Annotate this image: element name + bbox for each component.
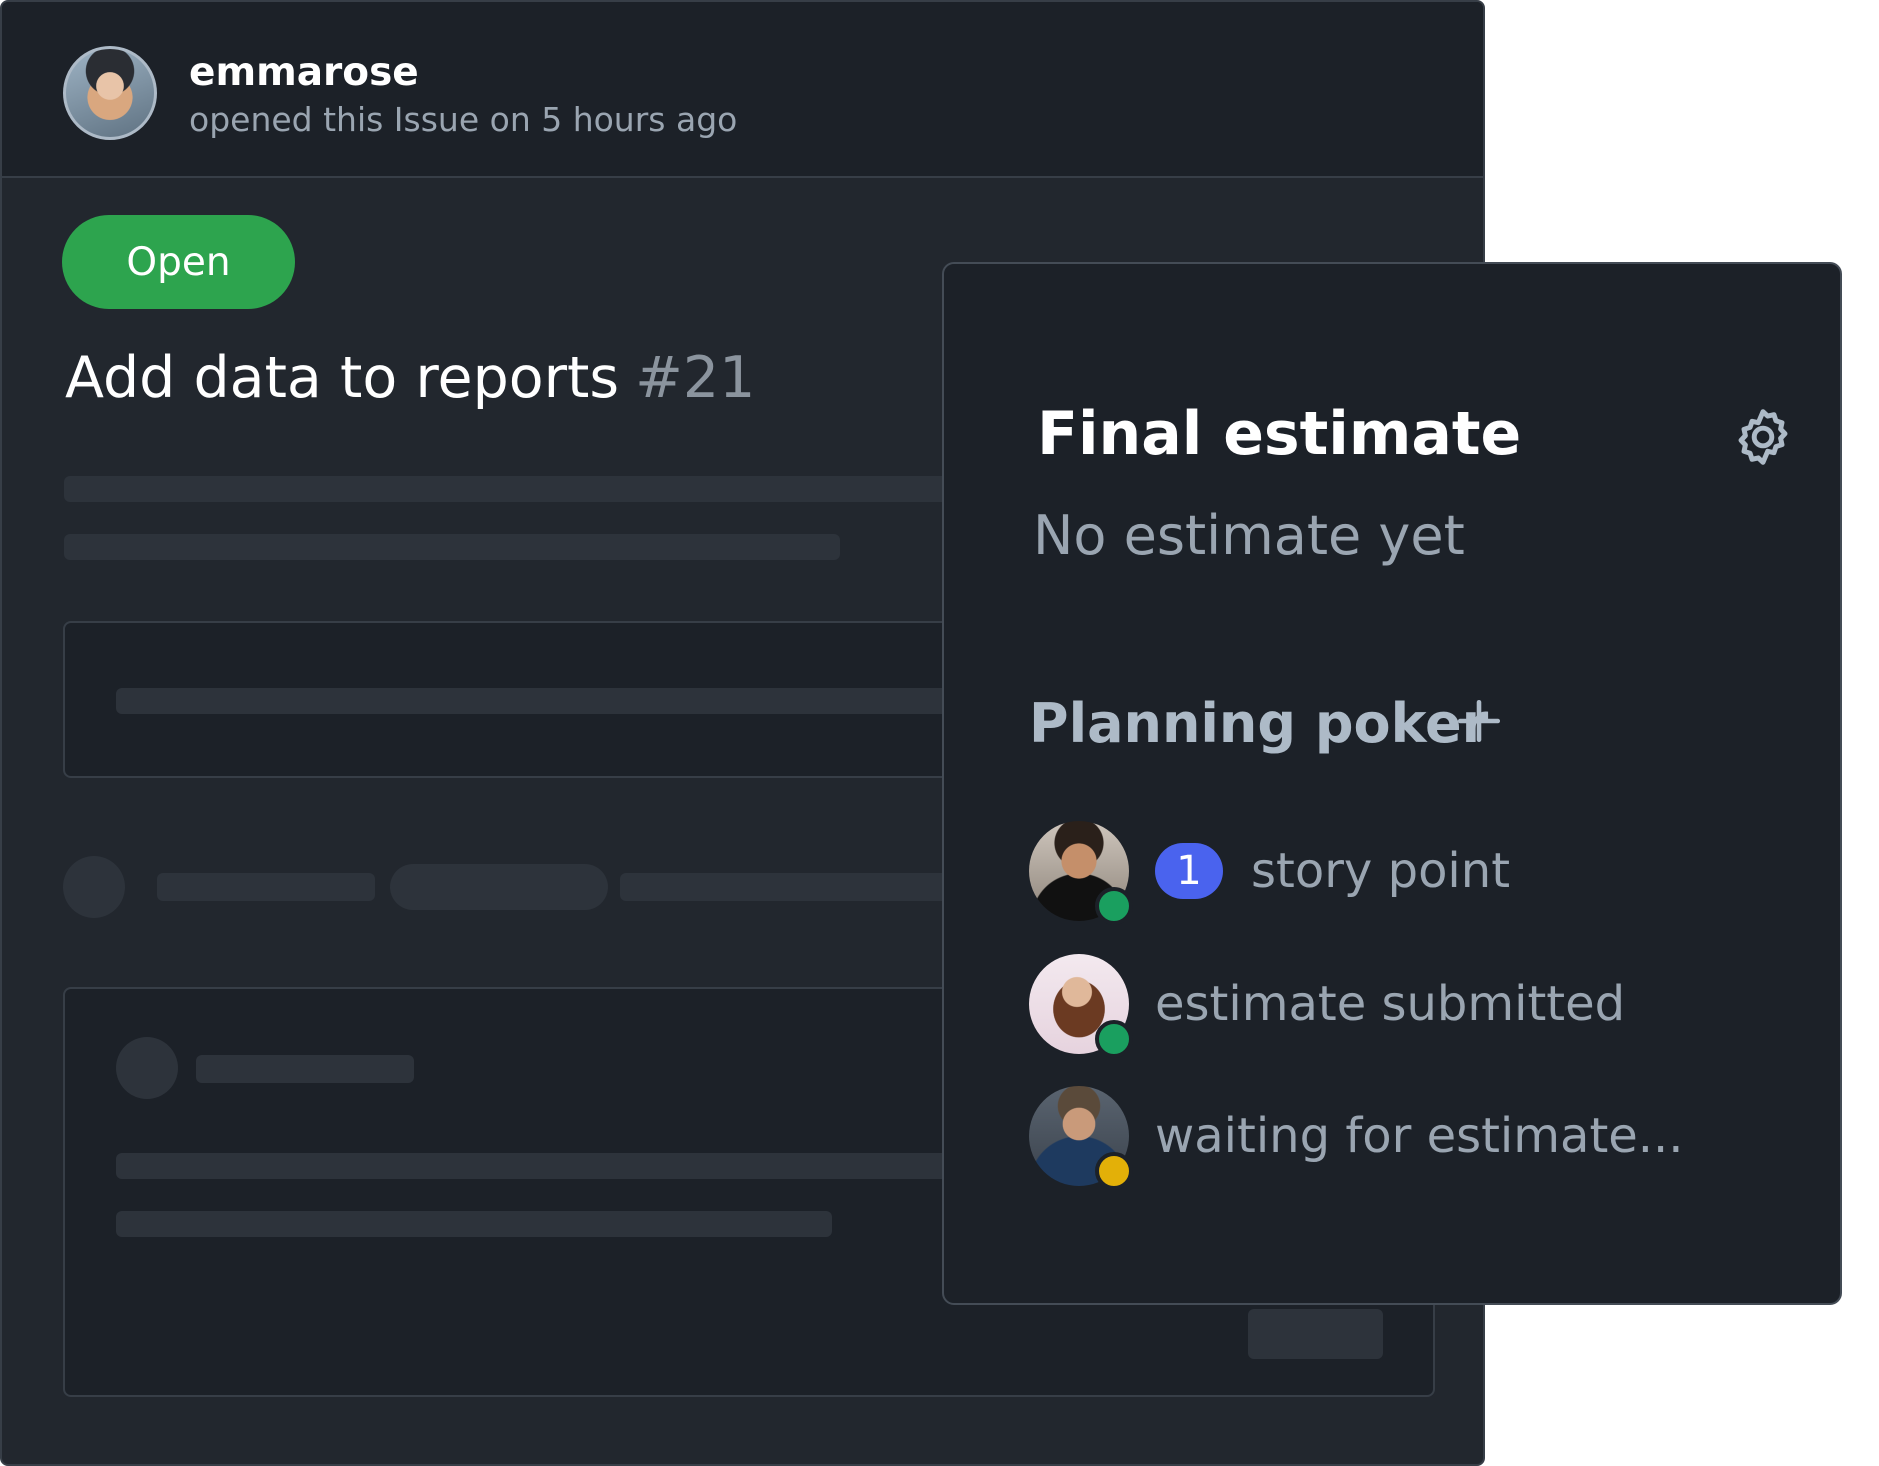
participant-row[interactable]: estimate submitted — [1029, 954, 1626, 1058]
planning-poker-label: Planning poker — [1029, 692, 1489, 755]
issue-title: Add data to reports #21 — [65, 345, 755, 411]
issue-number[interactable]: #21 — [635, 345, 755, 411]
plus-icon[interactable] — [1454, 696, 1504, 746]
skeleton-line — [116, 1211, 832, 1237]
estimate-panel: Final estimate No estimate yet Planning … — [942, 262, 1842, 1305]
skeleton-button — [1248, 1309, 1383, 1359]
panel-title: Final estimate — [1037, 399, 1522, 469]
participant-status-text: estimate submitted — [1155, 976, 1626, 1032]
opened-timestamp: opened this Issue on 5 hours ago — [189, 100, 738, 139]
status-dot — [1095, 1152, 1133, 1190]
avatar — [1029, 954, 1133, 1058]
skeleton-avatar — [116, 1037, 178, 1099]
participant-status-text: story point — [1251, 843, 1511, 899]
skeleton-line — [196, 1055, 414, 1083]
author-avatar[interactable] — [63, 46, 157, 140]
participant-row[interactable]: waiting for estimate... — [1029, 1086, 1684, 1190]
issue-title-text: Add data to reports — [65, 345, 620, 411]
status-dot — [1095, 1020, 1133, 1058]
participant-status-text: waiting for estimate... — [1155, 1108, 1684, 1164]
skeleton-avatar — [63, 856, 125, 918]
issue-header: emmarose opened this Issue on 5 hours ag… — [2, 2, 1483, 178]
skeleton-pill — [390, 864, 608, 910]
estimate-badge: 1 — [1155, 843, 1223, 899]
avatar — [1029, 1086, 1133, 1190]
stage: emmarose opened this Issue on 5 hours ag… — [0, 0, 1879, 1466]
gear-icon[interactable] — [1730, 404, 1796, 470]
status-dot — [1095, 887, 1133, 925]
author-username[interactable]: emmarose — [189, 50, 419, 95]
estimate-value: No estimate yet — [1033, 504, 1465, 567]
skeleton-line — [64, 534, 840, 560]
participant-row[interactable]: 1 story point — [1029, 821, 1511, 925]
avatar — [1029, 821, 1133, 925]
skeleton-line — [157, 873, 375, 901]
status-badge: Open — [62, 215, 295, 309]
